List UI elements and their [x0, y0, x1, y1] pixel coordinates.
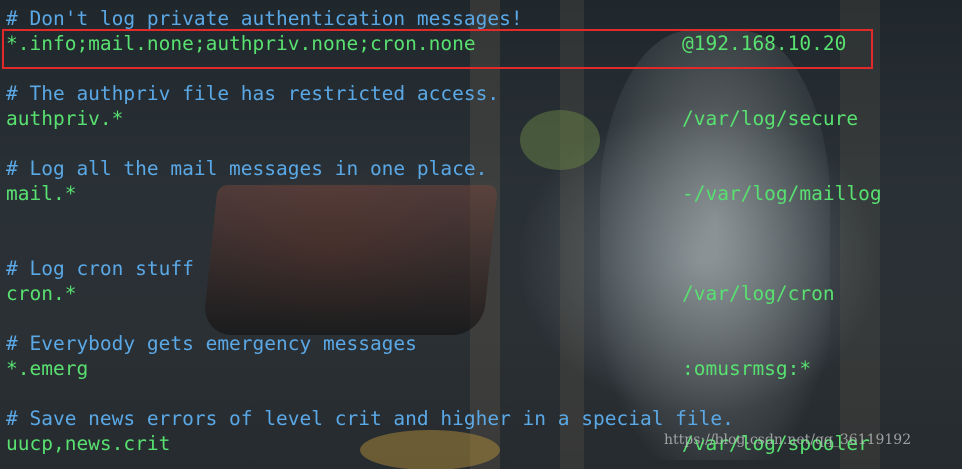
comment-line[interactable]: # Log cron stuff [6, 256, 962, 281]
highlight-box [2, 29, 873, 69]
rsyslog-config-text[interactable]: # Don't log private authentication messa… [6, 6, 962, 456]
comment-line[interactable]: # Everybody gets emergency messages [6, 331, 962, 356]
comment-text: # Save news errors of level crit and hig… [6, 407, 734, 430]
rule-line[interactable]: *.emerg :omusrmsg:* [6, 356, 962, 381]
blank-line[interactable] [6, 131, 962, 156]
comment-line[interactable]: # The authpriv file has restricted acces… [6, 81, 962, 106]
comment-text: # Everybody gets emergency messages [6, 332, 417, 355]
rule-action: /var/log/cron [682, 282, 835, 305]
comment-text: # Log cron stuff [6, 257, 194, 280]
rule-selector: uucp,news.crit [6, 432, 171, 455]
rule-line[interactable]: mail.* -/var/log/maillog [6, 181, 962, 206]
comment-text: # The authpriv file has restricted acces… [6, 82, 500, 105]
terminal-window[interactable]: # Don't log private authentication messa… [0, 0, 962, 469]
comment-line[interactable]: # Log all the mail messages in one place… [6, 156, 962, 181]
blank-line[interactable] [6, 206, 962, 231]
rule-line[interactable]: cron.* /var/log/cron [6, 281, 962, 306]
rule-selector: authpriv.* [6, 107, 124, 130]
rule-line[interactable]: authpriv.* /var/log/secure [6, 106, 962, 131]
rule-action: :omusrmsg:* [682, 357, 812, 380]
rule-selector: cron.* [6, 282, 77, 305]
rule-selector: *.emerg [6, 357, 89, 380]
rule-action: /var/log/secure [682, 107, 859, 130]
rule-selector: mail.* [6, 182, 77, 205]
comment-line[interactable]: # Don't log private authentication messa… [6, 6, 962, 31]
comment-line[interactable]: # Save news errors of level crit and hig… [6, 406, 962, 431]
comment-text: # Don't log private authentication messa… [6, 7, 523, 30]
watermark: https://blog.csdn.net/qq_36119192 [664, 432, 912, 448]
comment-text: # Log all the mail messages in one place… [6, 157, 488, 180]
rule-action: -/var/log/maillog [682, 182, 882, 205]
blank-line[interactable] [6, 231, 962, 256]
blank-line[interactable] [6, 381, 962, 406]
blank-line[interactable] [6, 306, 962, 331]
